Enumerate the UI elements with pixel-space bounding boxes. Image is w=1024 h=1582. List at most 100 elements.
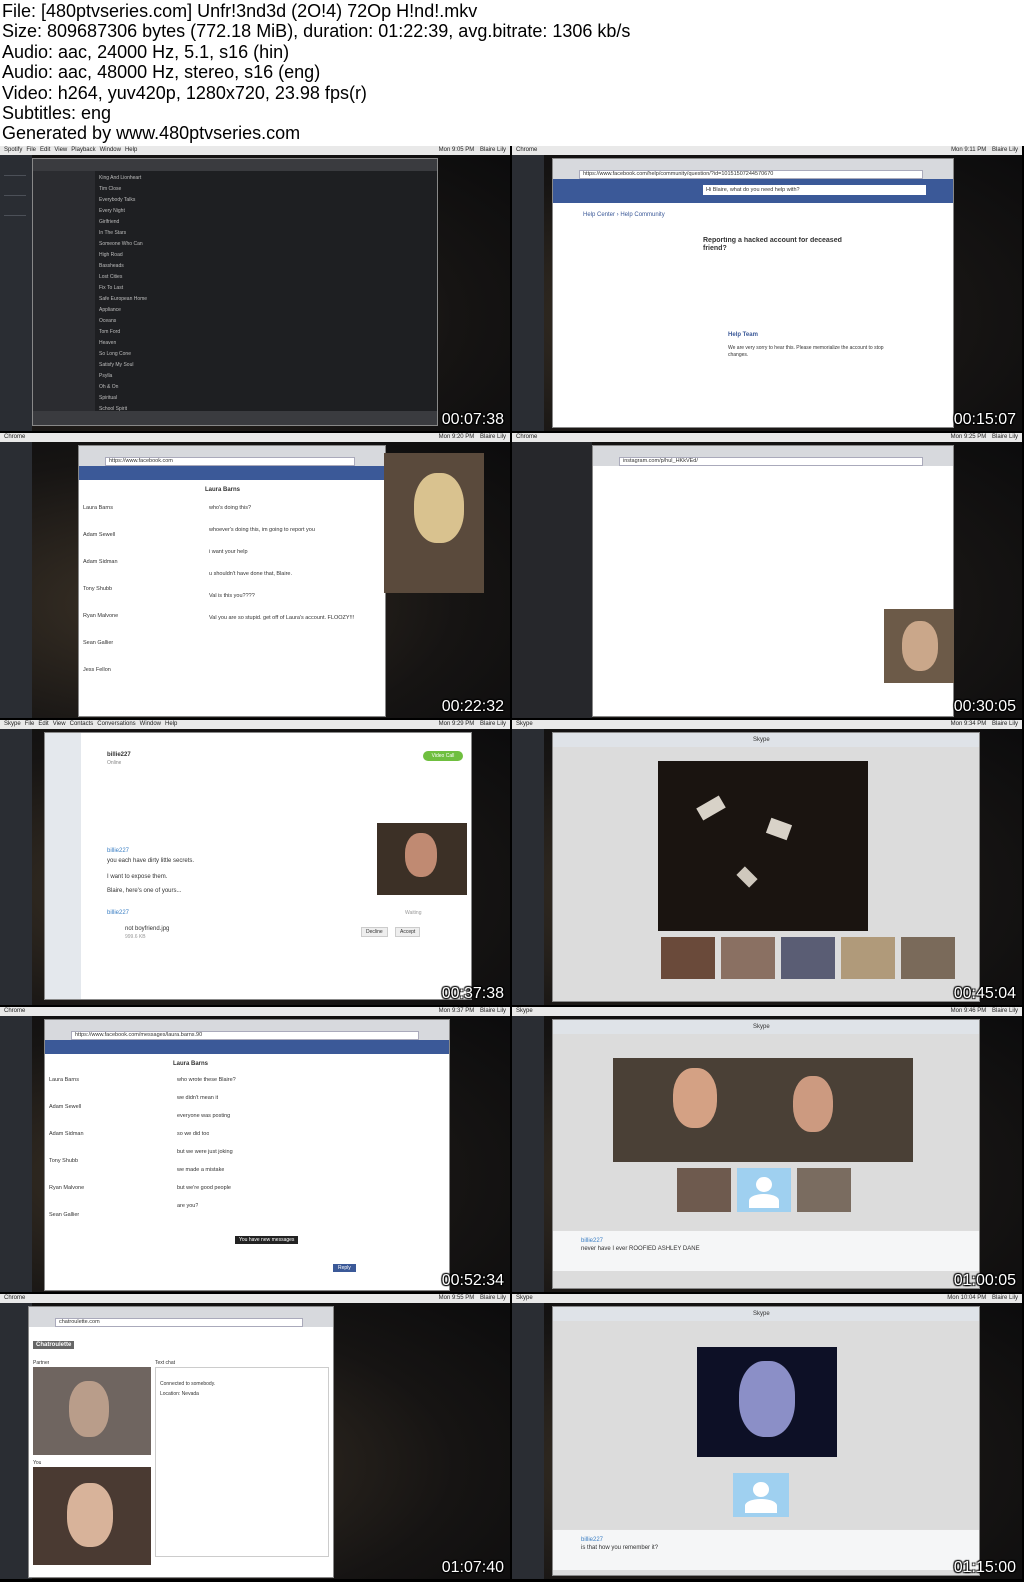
inbox-contact[interactable]: Adam Sidman <box>83 558 118 566</box>
address-bar[interactable]: https://www.facebook.com <box>105 457 355 466</box>
thumbnail-5[interactable]: Skype File Edit View Contacts Conversations Wi… <box>0 720 510 1005</box>
generated-by-line: Generated by www.480ptvseries.com <box>2 123 301 144</box>
timestamp: 00:15:07 <box>953 411 1016 428</box>
inbox-contact[interactable]: Adam Sewell <box>49 1103 81 1111</box>
accept-button[interactable]: Accept <box>395 927 421 937</box>
timestamp: 01:00:05 <box>953 1272 1016 1289</box>
message-sender: billie227 <box>581 1537 604 1543</box>
thumbnail-7[interactable]: Chrome Mon 9:37 PM Blaire Lily https://ww… <box>0 1007 510 1292</box>
inbox-contact[interactable]: Laura Barns <box>49 1076 79 1084</box>
track-row[interactable]: Spiritual <box>99 395 189 401</box>
track-row[interactable]: Satisfy My Soul <box>99 362 189 368</box>
address-bar[interactable]: chatroulette.com <box>55 1318 303 1327</box>
chat-message: so we did too <box>177 1131 210 1137</box>
chat-message: is that how you remember it? <box>581 1545 659 1551</box>
thumbnail-8[interactable]: Skype Mon 9:46 PM Blaire Lily Skype billi… <box>512 1007 1022 1292</box>
thumbnail-grid: Spotify File Edit View Playback Window Help Mo… <box>0 146 1024 1582</box>
chat-message: we didn't mean it <box>177 1095 219 1101</box>
video-stream-line: Video: h264, yuv420p, 1280x720, 23.98 fp… <box>2 82 367 103</box>
thumbnail-2[interactable]: Chrome Mon 9:11 PM Blaire Lily https://ww… <box>512 146 1022 431</box>
track-row[interactable]: In The Stars <box>99 230 189 236</box>
chat-message: u shouldn't have done that, Blaire. <box>209 571 292 577</box>
inbox-contact[interactable]: Sean Gallier <box>49 1211 79 1219</box>
skype-window: billie227 Online Video Call billie227 yo… <box>44 732 472 1000</box>
address-bar[interactable]: instagram.com/p/hul_HKkVEd/ <box>619 457 923 466</box>
chat-message: Val you are so stupid. get off of Laura'… <box>209 615 355 621</box>
chat-message: I want to expose them. <box>107 874 168 880</box>
new-messages-toast[interactable]: You have new messages <box>235 1236 299 1244</box>
answer-body: We are very sorry to hear this. Please m… <box>728 345 884 358</box>
thumbnail-10[interactable]: Skype Mon 10:04 PM Blaire Lily Skype bill… <box>512 1294 1022 1579</box>
inbox-contact[interactable]: Tony Shubb <box>83 585 112 593</box>
timestamp: 01:07:40 <box>441 1559 504 1576</box>
address-bar[interactable]: https://www.facebook.com/help/community/… <box>579 170 923 179</box>
track-row[interactable]: Tim Close <box>99 186 189 192</box>
inbox-contact[interactable]: Jess Fellon <box>83 666 111 674</box>
thumbnail-6[interactable]: Skype Mon 9:34 PM Blaire Lily Skype 00:45… <box>512 720 1022 1005</box>
track-row[interactable]: Oceans <box>99 318 189 324</box>
file-info-header: File: [480ptvseries.com] Unfr!3nd3d (2O!… <box>0 0 1024 146</box>
inbox-contact[interactable]: Laura Barns <box>83 504 113 512</box>
track-row[interactable]: Heaven <box>99 340 189 346</box>
chat-status-line: Location: Nevada <box>160 1391 199 1397</box>
track-row[interactable]: Someone Who Can <box>99 241 189 247</box>
audio-track-2-line: Audio: aac, 48000 Hz, stereo, s16 (eng) <box>2 62 321 83</box>
window-title: Skype <box>753 737 770 743</box>
thumbnail-9[interactable]: Chrome Mon 9:55 PM Blaire Lily chatroulet… <box>0 1294 510 1579</box>
thumbnail-1[interactable]: Spotify File Edit View Playback Window Help Mo… <box>0 146 510 431</box>
text-chat-label: Text chat <box>155 1360 176 1366</box>
inbox-contact[interactable]: Adam Sidman <box>49 1130 84 1138</box>
track-row[interactable]: So Long Cone <box>99 351 189 357</box>
file-name-line: File: [480ptvseries.com] Unfr!3nd3d (2O!… <box>2 1 478 21</box>
file-size: 999.6 KB <box>125 934 146 940</box>
track-row[interactable]: Every Night <box>99 208 189 214</box>
track-row[interactable]: Tom Ford <box>99 329 189 335</box>
track-row[interactable]: High Road <box>99 252 189 258</box>
track-row[interactable]: Lost Cities <box>99 274 189 280</box>
timestamp: 00:52:34 <box>441 1272 504 1289</box>
address-bar[interactable]: https://www.facebook.com/messages/laura.… <box>71 1031 419 1040</box>
site-logo: Chatroulette <box>33 1341 75 1349</box>
answer-author: Help Team <box>728 332 758 338</box>
timestamp: 01:15:00 <box>953 1559 1016 1576</box>
transfer-status: Waiting <box>405 910 422 916</box>
browser-window: https://www.facebook.com Laura Barns Lau… <box>78 445 386 717</box>
thumbnail-3[interactable]: Chrome Mon 9:20 PM Blaire Lily https://ww… <box>0 433 510 718</box>
chat-message: but we were just joking <box>177 1149 233 1155</box>
track-row[interactable]: Appliance <box>99 307 189 313</box>
breadcrumb[interactable]: Help Center › Help Community <box>583 211 665 219</box>
track-row[interactable]: Psylla <box>99 373 189 379</box>
contact-status: Online <box>107 760 122 766</box>
inbox-contact[interactable]: Ryan Malvone <box>49 1184 84 1192</box>
timestamp: 00:37:38 <box>441 985 504 1002</box>
spotify-window: King And Lionheart Tim Close Everybody Tal… <box>32 158 438 426</box>
track-row[interactable]: Girlfriend <box>99 219 189 225</box>
timestamp: 00:07:38 <box>441 411 504 428</box>
chat-message: never have I ever ROOFIED ASHLEY DANE <box>581 1246 700 1252</box>
inbox-contact[interactable]: Tony Shubb <box>49 1157 78 1165</box>
track-row[interactable]: King And Lionheart <box>99 175 189 181</box>
inbox-contact[interactable]: Ryan Malvone <box>83 612 118 620</box>
chat-message: Val is this you???? <box>209 593 255 599</box>
thumbnail-4[interactable]: Chrome Mon 9:25 PM Blaire Lily instagram.… <box>512 433 1022 718</box>
decline-button[interactable]: Decline <box>361 927 388 937</box>
inbox-contact[interactable]: Adam Sewell <box>83 531 115 539</box>
track-row[interactable]: Safe European Home <box>99 296 189 302</box>
file-name: not boyfriend.jpg <box>125 926 170 932</box>
video-call-button[interactable]: Video Call <box>423 751 463 761</box>
message-sender: billie227 <box>581 1238 604 1244</box>
chat-message: but we're good people <box>177 1185 231 1191</box>
message-sender: billie227 <box>107 848 130 854</box>
browser-window: chatroulette.com Chatroulette Partner Yo… <box>28 1306 334 1578</box>
track-row[interactable]: Bassheads <box>99 263 189 269</box>
reply-button[interactable]: Reply <box>333 1264 356 1272</box>
track-row[interactable]: Fix To Last <box>99 285 189 291</box>
track-row[interactable]: Everybody Talks <box>99 197 189 203</box>
help-search-input[interactable]: Hi Blaire, what do you need help with? <box>703 185 926 195</box>
inbox-contact[interactable]: Sean Gallier <box>83 639 113 647</box>
message-sender: billie227 <box>107 910 130 916</box>
menu-bar: Spotify File Edit View Playback Window Help Mo… <box>0 146 510 155</box>
chat-message: Blaire, here's one of yours... <box>107 888 182 894</box>
track-row[interactable]: Oh & On <box>99 384 189 390</box>
contact-name: billie227 <box>107 752 131 758</box>
